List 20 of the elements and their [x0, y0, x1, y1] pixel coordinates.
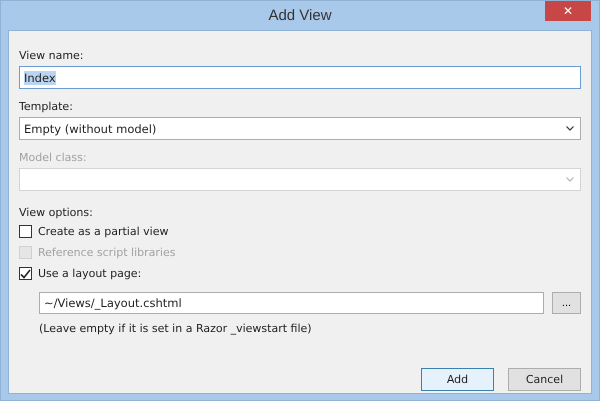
checkbox[interactable]: [19, 267, 32, 280]
layout-page-field[interactable]: ~/Views/_Layout.cshtml: [39, 292, 544, 314]
field-label: View name:: [19, 49, 84, 62]
window-title: Add View: [268, 7, 332, 24]
browse-button[interactable]: ...: [552, 292, 581, 314]
template-dropdown[interactable]: Empty (without model): [19, 117, 581, 140]
hint-text: (Leave empty if it is set in a Razor _viewstart file): [39, 322, 312, 335]
checkbox-label: Create as a partial view: [38, 225, 168, 238]
section-label: View options:: [19, 206, 93, 219]
field-label: Template:: [19, 100, 73, 113]
cancel-button[interactable]: Cancel: [508, 368, 581, 391]
checkbox[interactable]: [19, 225, 32, 238]
field-label: Model class:: [19, 151, 87, 164]
chevron-down-icon: [566, 126, 574, 131]
checkbox-label: Use a layout page:: [38, 267, 142, 280]
checkbox-label: Reference script libraries: [38, 246, 176, 259]
chevron-down-icon: [566, 177, 574, 182]
view-name-field[interactable]: Index: [19, 66, 581, 89]
close-button[interactable]: ✕: [545, 1, 591, 21]
add-button[interactable]: Add: [421, 368, 494, 391]
